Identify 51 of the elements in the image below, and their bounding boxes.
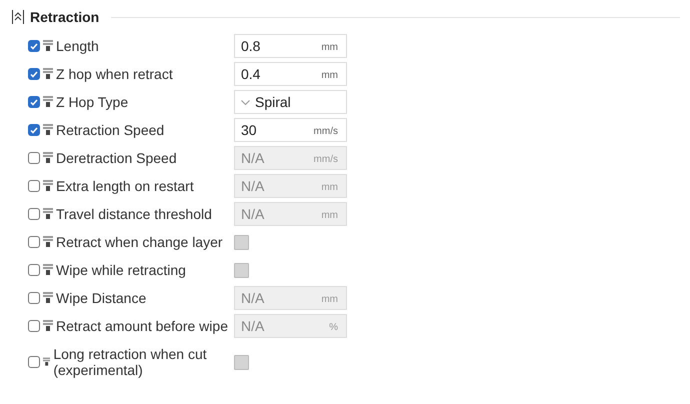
- setting-label: Z hop when retract: [56, 66, 173, 82]
- nozzle-icon: [43, 356, 50, 368]
- setting-label: Extra length on restart: [56, 178, 194, 194]
- checkbox[interactable]: [28, 40, 40, 52]
- number-field[interactable]: 30 mm/s: [234, 118, 347, 142]
- collapse-icon[interactable]: [12, 10, 24, 24]
- checkbox[interactable]: [28, 356, 40, 368]
- number-field[interactable]: 0.8 mm: [234, 34, 347, 58]
- setting-label: Retraction Speed: [56, 122, 164, 138]
- number-field[interactable]: N/A mm: [234, 202, 347, 226]
- setting-label: Travel distance threshold: [56, 206, 212, 222]
- nozzle-icon: [43, 292, 53, 304]
- nozzle-icon: [43, 320, 53, 332]
- checkbox[interactable]: [28, 96, 40, 108]
- nozzle-icon: [43, 208, 53, 220]
- checkbox[interactable]: [28, 124, 40, 136]
- setting-label: Retract when change layer: [56, 234, 223, 250]
- checkbox[interactable]: [28, 292, 40, 304]
- setting-label: Length: [56, 38, 99, 54]
- nozzle-icon: [43, 68, 53, 80]
- dropdown[interactable]: Spiral: [234, 90, 347, 114]
- number-field[interactable]: 0.4 mm: [234, 62, 347, 86]
- number-field[interactable]: N/A %: [234, 314, 347, 338]
- toggle-checkbox[interactable]: [234, 354, 249, 370]
- nozzle-icon: [43, 180, 53, 192]
- chevron-icon: [241, 100, 250, 104]
- toggle-checkbox[interactable]: [234, 234, 249, 250]
- nozzle-icon: [43, 40, 53, 52]
- checkbox[interactable]: [28, 320, 40, 332]
- setting-label: Long retraction when cut (experimental): [53, 346, 208, 378]
- checkbox[interactable]: [28, 236, 40, 248]
- setting-label: Deretraction Speed: [56, 150, 177, 166]
- section-title: Retraction: [30, 9, 100, 25]
- number-field[interactable]: N/A mm: [234, 174, 347, 198]
- checkbox[interactable]: [28, 264, 40, 276]
- setting-label: Wipe Distance: [56, 290, 146, 306]
- setting-label: Retract amount before wipe: [56, 318, 228, 334]
- checkbox[interactable]: [28, 180, 40, 192]
- nozzle-icon: [43, 96, 53, 108]
- checkbox[interactable]: [28, 152, 40, 164]
- nozzle-icon: [43, 152, 53, 164]
- nozzle-icon: [43, 264, 53, 276]
- setting-label: Z Hop Type: [56, 94, 128, 110]
- number-field[interactable]: N/A mm: [234, 286, 347, 310]
- checkbox[interactable]: [28, 68, 40, 80]
- nozzle-icon: [43, 124, 53, 136]
- nozzle-icon: [43, 236, 53, 248]
- setting-label: Wipe while retracting: [56, 262, 186, 278]
- toggle-checkbox[interactable]: [234, 262, 249, 278]
- checkbox[interactable]: [28, 208, 40, 220]
- number-field[interactable]: N/A mm/s: [234, 146, 347, 170]
